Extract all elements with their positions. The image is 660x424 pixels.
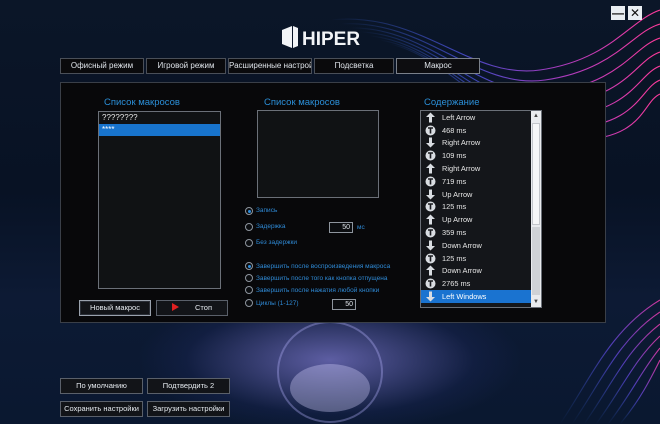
content-row[interactable]: 125 ms — [421, 201, 531, 214]
repeat-option-1-label: Завершить после воспроизведения макроса — [256, 263, 391, 270]
timer-icon — [424, 252, 436, 264]
record-radio[interactable] — [245, 207, 253, 215]
content-rows[interactable]: Left Arrow 468 ms Right Arrow 109 ms Right A… — [421, 111, 531, 307]
key-up-arrow-icon — [424, 163, 436, 175]
tab-lighting[interactable]: Подсветка — [314, 58, 394, 74]
minimize-button[interactable]: — — [611, 6, 625, 20]
content-row[interactable]: 359 ms — [421, 226, 531, 239]
defaults-button[interactable]: По умолчанию — [60, 378, 143, 394]
macro-keys-list[interactable] — [257, 110, 379, 198]
timer-icon — [424, 278, 436, 290]
macro-list-heading: Список макросов — [104, 97, 180, 108]
cycles-label: Циклы (1-127) — [256, 300, 299, 307]
list-item[interactable]: **** — [99, 124, 220, 136]
content-list[interactable]: Left Arrow 468 ms Right Arrow 109 ms Right A… — [420, 110, 542, 308]
content-row-text: Down Arrow — [442, 266, 482, 276]
repeat-option-3-radio[interactable] — [245, 286, 253, 294]
list-item[interactable]: ???????? — [99, 112, 220, 124]
delay-unit: мс — [357, 224, 365, 231]
content-row[interactable]: 468 ms — [421, 124, 531, 137]
content-row[interactable]: Up Arrow — [421, 213, 531, 226]
timer-icon — [424, 227, 436, 239]
timer-icon — [424, 201, 436, 213]
content-row-text: 125 ms — [442, 253, 467, 263]
key-up-arrow-icon — [424, 214, 436, 226]
content-row[interactable]: 125 ms — [421, 252, 531, 265]
content-row[interactable]: Right Arrow — [421, 162, 531, 175]
record-label: Запись — [256, 207, 278, 214]
content-row[interactable]: Left Windows — [421, 290, 531, 303]
repeat-option-3-label: Завершить после нажатия любой кнопки — [256, 287, 380, 294]
minimize-icon: — — [612, 6, 624, 20]
scroll-down-arrow-icon[interactable]: ▼ — [531, 297, 541, 307]
content-row-text: Left Arrow — [442, 112, 476, 122]
no-delay-radio[interactable] — [245, 239, 253, 247]
content-row-text: Up Arrow — [442, 189, 473, 199]
hiper-logo: HIPER — [280, 24, 372, 50]
content-row[interactable]: 2765 ms — [421, 277, 531, 290]
content-row-text: Right Arrow — [442, 138, 481, 148]
stop-button[interactable]: Стоп — [156, 300, 228, 316]
content-scrollbar[interactable]: ▲ ▼ — [531, 111, 541, 307]
macro-list[interactable]: ???????? **** — [98, 111, 221, 289]
key-down-arrow-icon — [424, 137, 436, 149]
repeat-option-1-radio[interactable] — [245, 262, 253, 270]
content-row[interactable]: Left Arrow — [421, 111, 531, 124]
content-row-text: 719 ms — [442, 176, 467, 186]
content-row[interactable]: Down Arrow — [421, 239, 531, 252]
content-row-text: 2765 ms — [442, 279, 471, 289]
content-row[interactable]: 109 ms — [421, 149, 531, 162]
delay-input[interactable]: 50 — [329, 222, 353, 233]
scroll-track[interactable] — [532, 227, 540, 295]
key-up-arrow-icon — [424, 265, 436, 277]
new-macro-button[interactable]: Новый макрос — [79, 300, 151, 316]
content-row[interactable]: Down Arrow — [421, 265, 531, 278]
key-up-arrow-icon — [424, 111, 436, 123]
delay-label: Задержка — [256, 223, 286, 230]
cycles-radio[interactable] — [245, 299, 253, 307]
content-row-text: 109 ms — [442, 151, 467, 161]
content-row-text: Left Windows — [442, 292, 487, 302]
scroll-thumb[interactable] — [532, 123, 540, 225]
cycles-input[interactable]: 50 — [332, 299, 356, 310]
save-settings-button[interactable]: Сохранить настройки — [60, 401, 143, 417]
close-icon: ✕ — [629, 6, 641, 20]
timer-icon — [424, 124, 436, 136]
timer-icon — [424, 175, 436, 187]
confirm-button[interactable]: Подтвердить 2 — [147, 378, 230, 394]
content-row-text: Down Arrow — [442, 240, 482, 250]
key-down-arrow-icon — [424, 239, 436, 251]
tab-macro[interactable]: Макрос — [396, 58, 480, 74]
macro-keys-heading: Список макросов — [264, 97, 340, 108]
tab-game-mode[interactable]: Игровой режим — [146, 58, 226, 74]
scroll-up-arrow-icon[interactable]: ▲ — [531, 111, 541, 121]
key-down-arrow-icon — [424, 188, 436, 200]
content-row-text: 359 ms — [442, 228, 467, 238]
content-row[interactable]: 719 ms — [421, 175, 531, 188]
no-delay-label: Без задержки — [256, 239, 297, 246]
key-down-arrow-icon — [424, 291, 436, 303]
close-button[interactable]: ✕ — [628, 6, 642, 20]
content-row-text: 468 ms — [442, 125, 467, 135]
content-row[interactable]: Right Arrow — [421, 137, 531, 150]
content-row-text: Up Arrow — [442, 215, 473, 225]
content-row-text: 125 ms — [442, 202, 467, 212]
content-heading: Содержание — [424, 97, 480, 108]
timer-icon — [424, 150, 436, 162]
play-icon — [172, 303, 179, 311]
repeat-option-2-label: Завершить после того как кнопка отпущена — [256, 275, 388, 282]
delay-radio[interactable] — [245, 223, 253, 231]
tab-advanced-settings[interactable]: Расширенные настройки — [228, 58, 312, 74]
load-settings-button[interactable]: Загрузить настройки — [147, 401, 230, 417]
tab-office-mode[interactable]: Офисный режим — [60, 58, 144, 74]
repeat-option-2-radio[interactable] — [245, 274, 253, 282]
brand-name: HIPER — [302, 29, 360, 50]
content-row[interactable]: Up Arrow — [421, 188, 531, 201]
content-row-text: Right Arrow — [442, 164, 481, 174]
